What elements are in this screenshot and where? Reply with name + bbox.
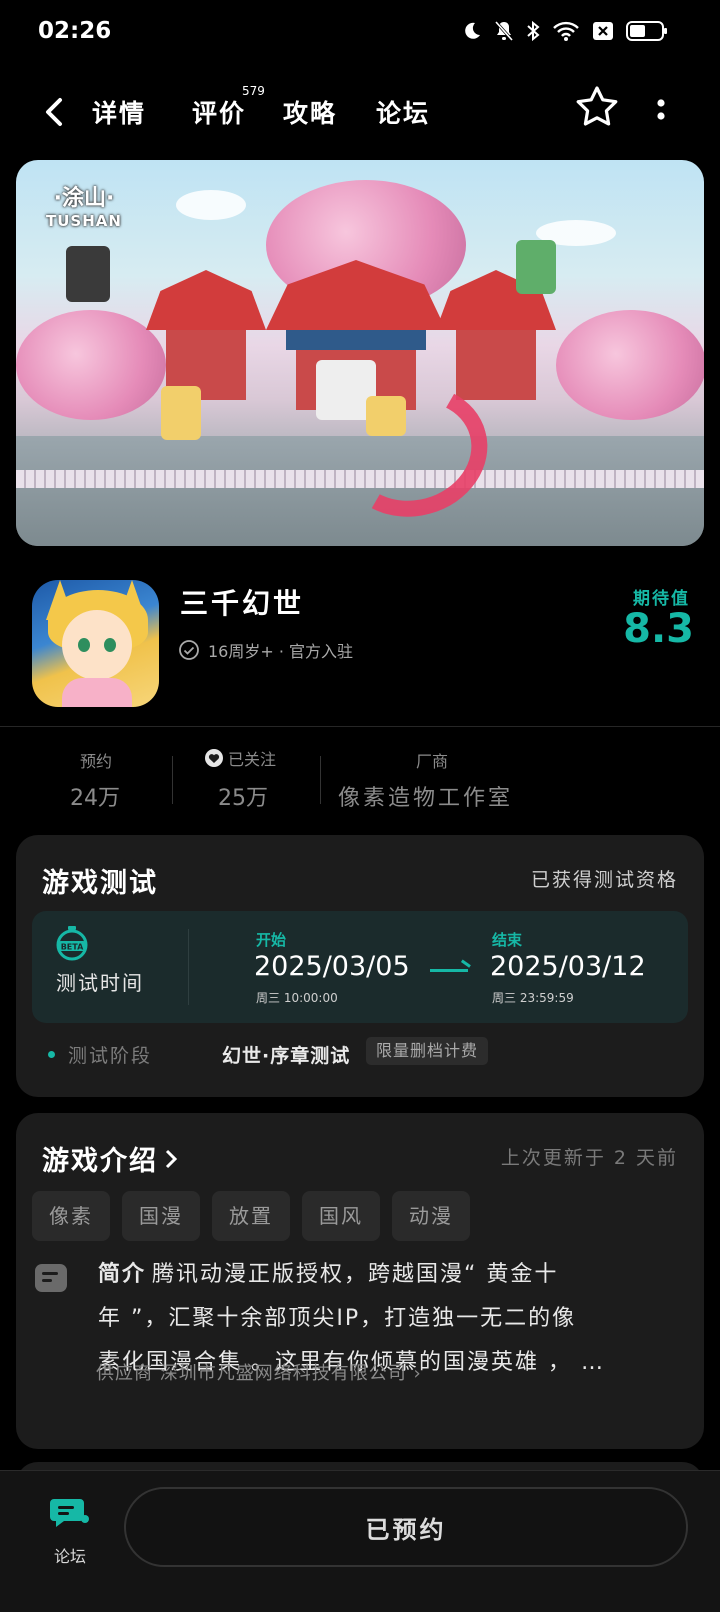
forum-label[interactable]: 论坛 xyxy=(54,1543,86,1567)
start-label: 开始 xyxy=(256,931,287,949)
more-vertical-icon xyxy=(657,99,665,120)
forum-chat-icon[interactable] xyxy=(50,1495,90,1531)
status-icons xyxy=(462,20,668,46)
follow-count-label: 已关注 xyxy=(204,746,276,770)
bottom-bar: 论坛 已预约 xyxy=(0,1470,720,1612)
review-count-badge: 579 xyxy=(242,84,265,98)
end-date: 2025/03/12 xyxy=(490,951,646,982)
status-bar: 02:26 xyxy=(0,0,720,64)
summary-line: 年 ”，汇聚十余部顶尖IP，打造独一无二的像 xyxy=(98,1306,577,1331)
game-banner[interactable]: ·涂山· TUSHAN xyxy=(16,160,704,546)
battery-icon xyxy=(626,20,668,46)
test-card-title: 游戏测试 xyxy=(42,868,158,899)
chevron-right-icon xyxy=(165,1149,178,1168)
game-intro-card: 游戏介绍 上次更新于 2 天前 像素 国漫 放置 国风 动漫 简介 腾讯动漫正版授… xyxy=(16,1113,704,1449)
test-schedule-box: BETA 测试时间 开始 2025/03/05 周三 10:00:00 结束 2… xyxy=(32,911,688,1023)
end-time: 周三 23:59:59 xyxy=(492,991,574,1005)
expectation-score: 8.3 xyxy=(623,606,694,652)
bluetooth-icon xyxy=(526,20,540,46)
status-time: 02:26 xyxy=(38,18,112,44)
back-button[interactable] xyxy=(36,92,76,132)
supplier-link[interactable]: 供应商 深圳市凡盛网络科技有限公司 › xyxy=(96,1359,422,1385)
app-icon xyxy=(32,580,159,707)
test-stage-label: 测试阶段 xyxy=(68,1045,153,1067)
summary-label: 简介 xyxy=(98,1262,147,1287)
svg-text:BETA: BETA xyxy=(61,943,84,952)
genre-tag[interactable]: 动漫 xyxy=(392,1191,470,1241)
mute-bell-icon xyxy=(494,20,514,46)
vendor-name[interactable]: 像素造物工作室 xyxy=(338,780,513,812)
start-date: 2025/03/05 xyxy=(254,951,410,982)
tab-detail-label: 详情 xyxy=(92,99,147,128)
sim-x-icon xyxy=(592,21,614,45)
divider xyxy=(0,726,720,727)
tab-guide[interactable]: 攻略 xyxy=(283,94,337,130)
tab-detail[interactable]: 详情 xyxy=(86,94,153,132)
more-button[interactable] xyxy=(655,98,667,128)
test-time-label: 测试时间 xyxy=(56,971,144,995)
tab-forum-label: 论坛 xyxy=(376,99,431,128)
app-title: 三千幻世 xyxy=(180,587,305,620)
stat-separator xyxy=(172,756,173,804)
genre-tag[interactable]: 国漫 xyxy=(122,1191,200,1241)
follow-count-value: 25万 xyxy=(218,786,268,811)
top-nav: 详情 评价 579 攻略 论坛 xyxy=(0,70,720,156)
wifi-icon xyxy=(552,21,580,45)
tab-review[interactable]: 评价 xyxy=(192,94,246,130)
tab-forum[interactable]: 论坛 xyxy=(376,94,430,130)
intro-card-title[interactable]: 游戏介绍 xyxy=(42,1139,180,1178)
star-icon xyxy=(576,86,618,126)
tab-review-label: 评价 xyxy=(192,99,247,128)
reserved-button[interactable]: 已预约 xyxy=(124,1487,688,1567)
genre-tag[interactable]: 国风 xyxy=(302,1191,380,1241)
vendor-label: 厂商 xyxy=(416,752,449,771)
app-meta-text: 16周岁+ · 官方入驻 xyxy=(208,642,354,661)
start-time: 周三 10:00:00 xyxy=(256,991,338,1005)
game-test-card: 游戏测试 已获得测试资格 BETA 测试时间 开始 2025/03/05 周三 … xyxy=(16,835,704,1097)
banner-logo: ·涂山· TUSHAN xyxy=(46,186,122,230)
back-arrow-icon xyxy=(46,98,62,126)
moon-icon xyxy=(462,21,482,45)
reserve-count-value: 24万 xyxy=(70,786,120,811)
test-stage-tag: 限量删档计费 xyxy=(366,1037,489,1065)
beta-icon: BETA xyxy=(56,926,88,961)
genre-tag[interactable]: 像素 xyxy=(32,1191,110,1241)
stage-dot-icon xyxy=(48,1051,55,1058)
arrow-right-icon xyxy=(430,969,468,972)
test-box-separator xyxy=(188,929,189,1005)
reserve-count-label: 预约 xyxy=(80,752,113,771)
verified-check-icon xyxy=(179,640,199,660)
favorite-button[interactable] xyxy=(574,84,620,130)
intro-updated-time: 上次更新于 2 天前 xyxy=(500,1147,678,1169)
stat-separator xyxy=(320,756,321,804)
summary-line: 腾讯动漫正版授权，跨越国漫“ 黄金十 xyxy=(152,1262,559,1287)
genre-tag[interactable]: 放置 xyxy=(212,1191,290,1241)
genre-tags: 像素 国漫 放置 国风 动漫 xyxy=(32,1191,470,1241)
app-meta: 16周岁+ · 官方入驻 xyxy=(178,638,353,662)
document-icon xyxy=(35,1264,67,1292)
heart-check-icon xyxy=(205,749,223,767)
test-stage-name: 幻世·序章测试 xyxy=(222,1045,351,1067)
end-label: 结束 xyxy=(492,931,523,949)
tab-guide-label: 攻略 xyxy=(283,99,338,128)
test-qualification-status: 已获得测试资格 xyxy=(530,869,678,891)
